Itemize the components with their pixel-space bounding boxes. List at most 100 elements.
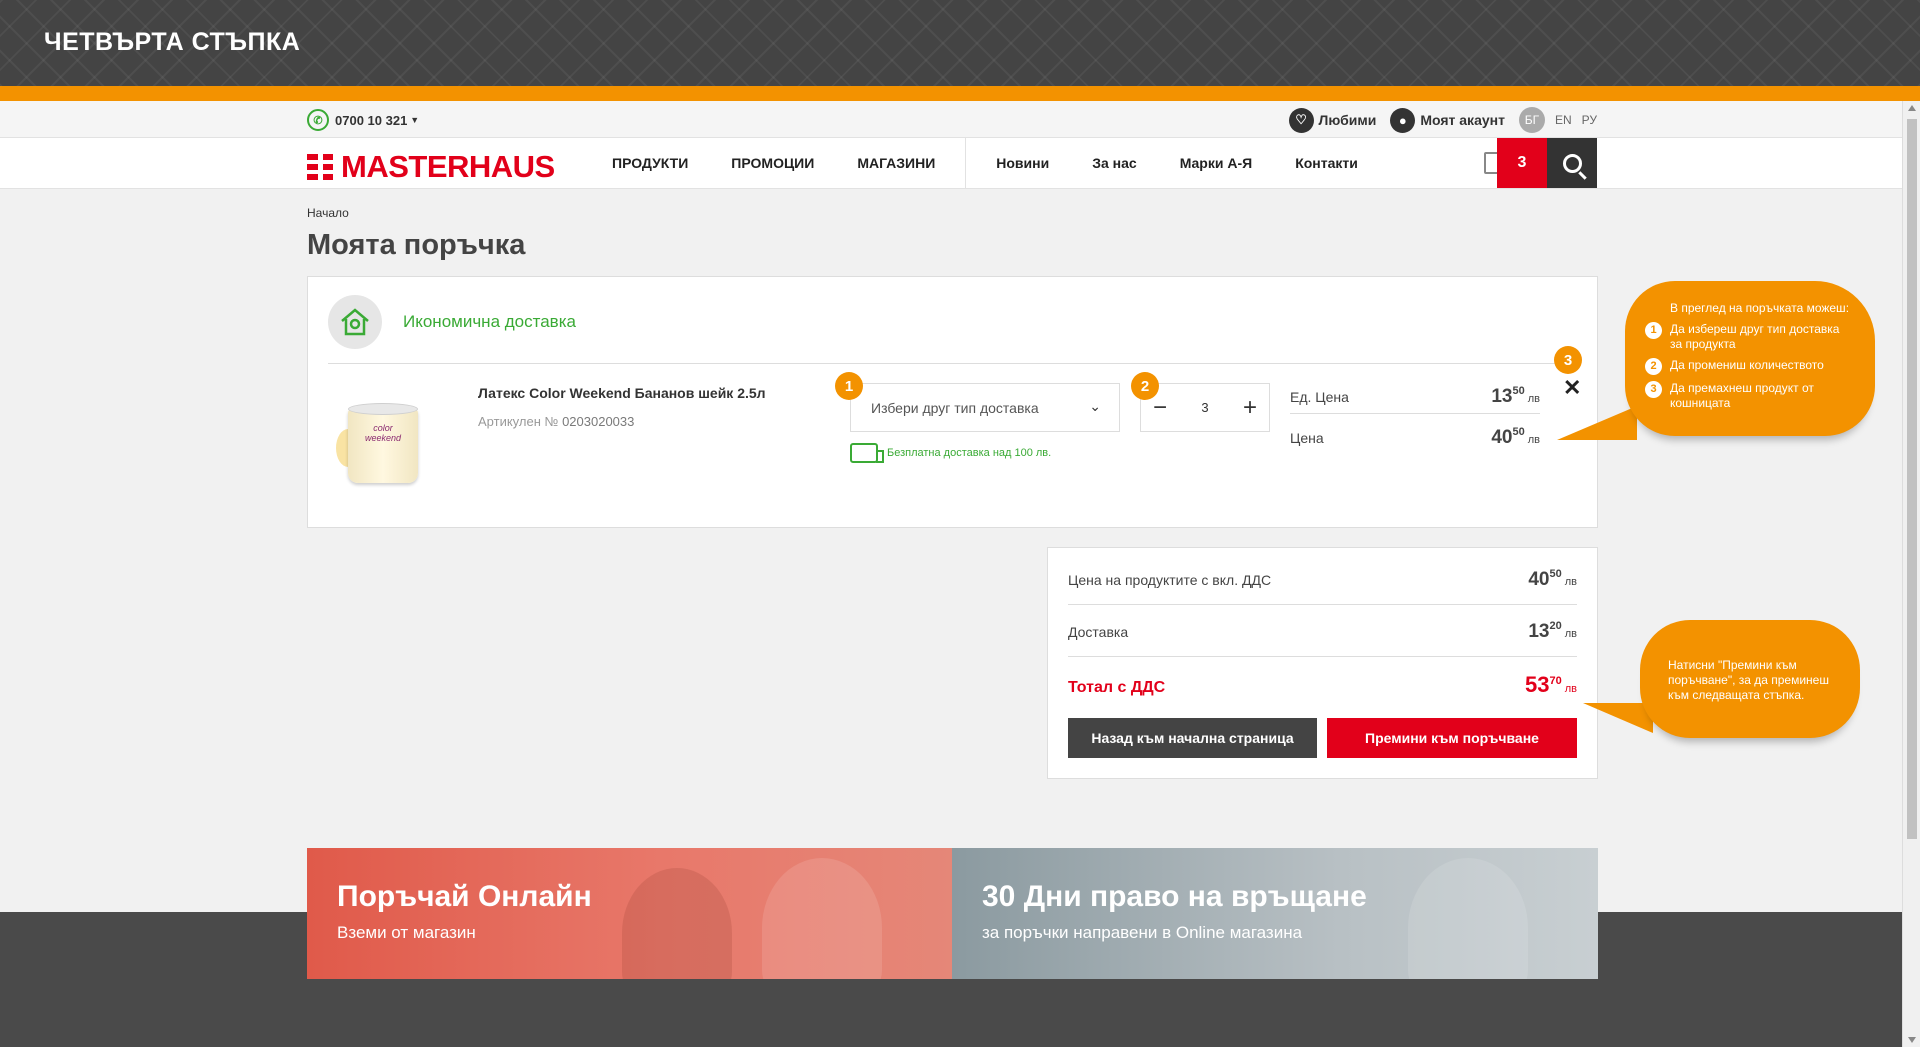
checkout-tooltip: Натисни "Премини към поръчване", за да п… [1640, 620, 1860, 738]
logo-mark-icon [307, 154, 333, 180]
delivery-type-select[interactable]: Избери друг тип доставка ⌄ [850, 383, 1120, 432]
order-review-tooltip: В преглед на поръчката можеш: 1 Да избере… [1625, 281, 1875, 436]
favorites-label: Любими [1318, 112, 1377, 128]
lang-en[interactable]: EN [1555, 113, 1572, 127]
promo-returns[interactable]: 30 Дни право на връщане за поръчки напра… [952, 848, 1598, 979]
utility-bar: ✆ 0700 10 321 ▼ ♡ Любими ● Моят акаунт Б… [0, 101, 1902, 138]
nav-news[interactable]: Новини [996, 155, 1049, 171]
sku-number: 0203020033 [562, 414, 635, 429]
line-price-label: Цена [1290, 430, 1324, 446]
step-title: ЧЕТВЪРТА СТЪПКА [44, 28, 301, 56]
chevron-down-icon: ⌄ [1089, 398, 1101, 414]
remove-product-icon[interactable]: ✕ [1563, 375, 1581, 401]
nav-contacts[interactable]: Контакти [1295, 155, 1358, 171]
increase-button[interactable]: + [1243, 395, 1257, 420]
card-divider [328, 363, 1578, 364]
logo-text: MASTERHAUS [341, 149, 555, 184]
price-block: Ед. Цена 1350лв Цена 4050лв [1290, 373, 1540, 455]
account-label: Моят акаунт [1420, 112, 1505, 128]
truck-icon [850, 443, 884, 463]
grand-total-row: Тотал с ДДС 5370лв [1068, 672, 1577, 698]
scrollbar-thumb[interactable] [1907, 119, 1917, 839]
unit-price-value: 1350лв [1491, 385, 1540, 407]
tooltip-item: 2 Да промениш количеството [1645, 358, 1851, 375]
scroll-up-icon[interactable] [1908, 105, 1916, 111]
order-summary: Цена на продуктите с вкл. ДДС 4050лв Дос… [1047, 547, 1598, 779]
products-total-value: 4050лв [1528, 568, 1577, 590]
products-total-label: Цена на продуктите с вкл. ДДС [1068, 572, 1272, 588]
user-icon: ● [1390, 107, 1416, 133]
utility-right: ♡ Любими ● Моят акаунт БГ EN РУ [1275, 107, 1597, 133]
tooltip-item: 3 Да премахнеш продукт от кошницата [1645, 381, 1851, 411]
product-sku: Артикулен № 0203020033 [478, 414, 634, 429]
nav-links: ПРОДУКТИ ПРОМОЦИИ МАГАЗИНИ Новини За нас… [612, 138, 1401, 188]
sku-label: Артикулен № [478, 414, 559, 429]
nav-brands[interactable]: Марки А-Я [1180, 155, 1253, 171]
chevron-down-icon: ▼ [410, 115, 420, 125]
lang-ru[interactable]: РУ [1582, 113, 1597, 127]
free-shipping-text: Безплатна доставка над 100 лв. [887, 447, 1052, 459]
delivery-cost-row: Доставка 1320лв [1068, 620, 1577, 643]
main-nav: MASTERHAUS ПРОДУКТИ ПРОМОЦИИ МАГАЗИНИ Но… [0, 138, 1902, 189]
masterhaus-logo[interactable]: MASTERHAUS [307, 149, 555, 185]
step-badge-2: 2 [1131, 372, 1159, 400]
nav-products[interactable]: ПРОДУКТИ [612, 155, 688, 171]
scrollbar[interactable] [1902, 101, 1920, 1047]
cart-count: 3 [1517, 154, 1527, 171]
quantity-stepper: − 3 + [1140, 383, 1270, 432]
proceed-to-checkout-button[interactable]: Премини към поръчване [1327, 718, 1577, 758]
tooltip-item: 1 Да избереш друг тип доставка за продукт… [1645, 322, 1851, 352]
promo-subtitle: Вземи от магазин [337, 923, 476, 942]
line-price-value: 4050лв [1491, 426, 1540, 448]
order-card: Икономична доставка color weekend Латекс… [307, 276, 1598, 528]
grand-total-value: 5370лв [1525, 672, 1577, 697]
house-location-icon [328, 295, 382, 349]
nav-promotions[interactable]: ПРОМОЦИИ [731, 155, 814, 171]
line-price-row: Цена 4050лв [1290, 414, 1540, 455]
scroll-down-icon[interactable] [1908, 1037, 1916, 1043]
product-image[interactable]: color weekend [336, 395, 432, 491]
summary-divider [1068, 604, 1577, 605]
grand-total-label: Тотал с ДДС [1068, 679, 1166, 696]
promo-subtitle: за поръчки направени в Online магазина [982, 923, 1303, 942]
can-label: color weekend [364, 423, 402, 443]
product-name[interactable]: Латекс Color Weekend Бананов шейк 2.5л [478, 385, 766, 401]
products-total-row: Цена на продуктите с вкл. ДДС 4050лв [1068, 568, 1577, 591]
quantity-value[interactable]: 3 [1201, 400, 1208, 415]
delivery-cost-value: 1320лв [1528, 620, 1577, 642]
account-link[interactable]: ● Моят акаунт [1390, 107, 1505, 133]
nav-divider [965, 138, 967, 188]
delivery-select-value: Избери друг тип доставка [871, 399, 1039, 416]
back-to-home-button[interactable]: Назад към начална страница [1068, 718, 1317, 758]
summary-divider [1068, 656, 1577, 657]
promo-title: Поръчай Онлайн [337, 880, 592, 913]
promo-order-online[interactable]: Поръчай Онлайн Вземи от магазин [307, 848, 952, 979]
cart-button[interactable]: 3 [1497, 138, 1547, 188]
tooltip-tail [1557, 406, 1637, 440]
nav-stores[interactable]: МАГАЗИНИ [857, 155, 935, 171]
lang-bg[interactable]: БГ [1518, 107, 1545, 133]
page-viewport: ✆ 0700 10 321 ▼ ♡ Любими ● Моят акаунт Б… [0, 101, 1902, 1047]
decrease-button[interactable]: − [1153, 395, 1167, 420]
phone-icon: ✆ [307, 109, 329, 131]
favorites-link[interactable]: ♡ Любими [1288, 107, 1377, 133]
nav-about[interactable]: За нас [1092, 155, 1136, 171]
delivery-type-title: Икономична доставка [403, 312, 576, 331]
page-title: Моята поръчка [307, 229, 526, 261]
tooltip-tail [1583, 703, 1653, 733]
phone-number: 0700 10 321 [335, 112, 408, 128]
orange-divider [0, 86, 1920, 101]
step-badge-3: 3 [1554, 346, 1582, 374]
search-button[interactable] [1547, 138, 1597, 188]
search-icon [1562, 153, 1582, 173]
phone-dropdown[interactable]: ✆ 0700 10 321 ▼ [307, 109, 419, 131]
unit-price-label: Ед. Цена [1290, 389, 1349, 405]
unit-price-row: Ед. Цена 1350лв [1290, 373, 1540, 414]
heart-icon: ♡ [1288, 107, 1314, 133]
delivery-cost-label: Доставка [1068, 624, 1129, 640]
breadcrumb[interactable]: Начало [307, 206, 349, 220]
step-badge-1: 1 [835, 372, 863, 400]
free-shipping-note: Безплатна доставка над 100 лв. [850, 443, 1051, 463]
checkout-tooltip-text: Натисни "Премини към поръчване", за да п… [1668, 658, 1829, 702]
tooltip-heading: В преглед на поръчката можеш: [1670, 301, 1850, 315]
